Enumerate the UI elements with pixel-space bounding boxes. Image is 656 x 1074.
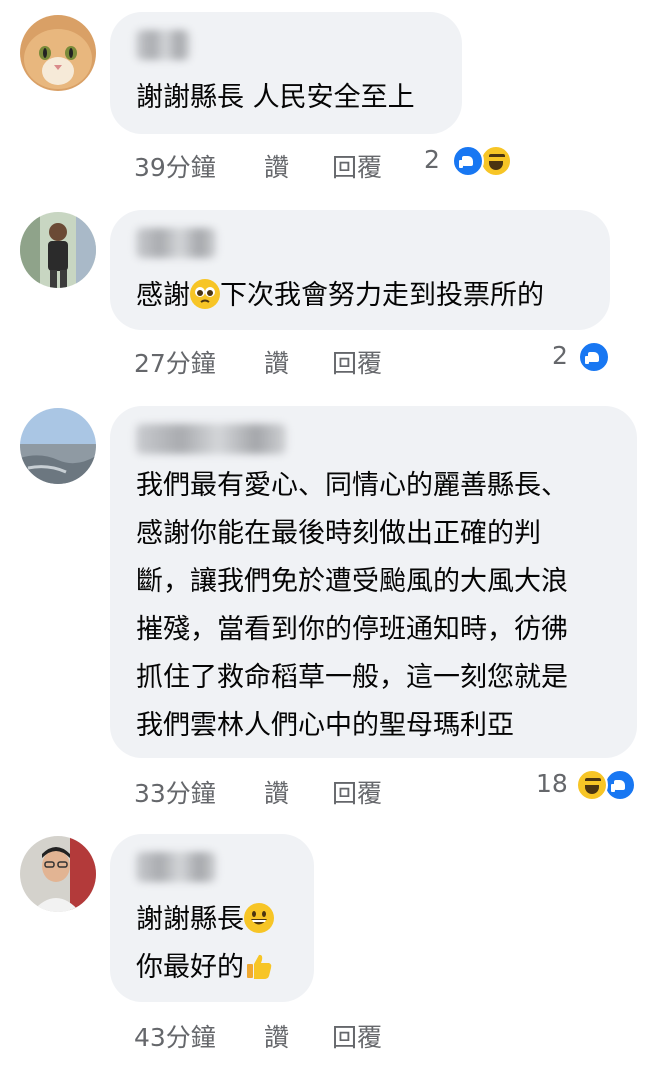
like-button[interactable]: 讚 bbox=[264, 776, 289, 812]
comment-text-part: 謝謝縣長 bbox=[136, 904, 244, 935]
comment-bubble: 感謝 下次我會努力走到投票所的 bbox=[110, 210, 610, 330]
reaction-count: 2 bbox=[424, 145, 440, 174]
like-icon bbox=[578, 341, 610, 373]
comment-bubble: 謝謝縣長 你最好的 bbox=[110, 834, 314, 1002]
grinning-face-emoji bbox=[244, 903, 274, 933]
reactions[interactable]: 2 bbox=[552, 338, 622, 374]
comment-line: 我們最有愛心、同情心的麗善縣長、 bbox=[136, 470, 568, 501]
reaction-count: 18 bbox=[536, 769, 568, 798]
like-icon bbox=[452, 145, 484, 177]
reply-button[interactable]: 回覆 bbox=[332, 1020, 382, 1056]
author-name-blurred[interactable] bbox=[136, 852, 216, 882]
reaction-count: 2 bbox=[552, 341, 568, 370]
timestamp[interactable]: 43分鐘 bbox=[134, 1020, 216, 1056]
timestamp[interactable]: 27分鐘 bbox=[134, 346, 216, 382]
avatar-beach[interactable] bbox=[20, 408, 96, 484]
reply-button[interactable]: 回覆 bbox=[332, 776, 382, 812]
comment-text-part: 你最好的 bbox=[136, 952, 244, 983]
comment-text: 感謝 下次我會努力走到投票所的 bbox=[136, 272, 544, 320]
haha-icon bbox=[576, 769, 608, 801]
timestamp[interactable]: 33分鐘 bbox=[134, 776, 216, 812]
like-button[interactable]: 讚 bbox=[264, 1020, 289, 1056]
comment-text-part: 下次我會努力走到投票所的 bbox=[220, 280, 544, 311]
comment-line: 摧殘，當看到你的停班通知時，彷彿 bbox=[136, 614, 568, 645]
haha-icon bbox=[480, 145, 512, 177]
comment-bubble: 謝謝縣長 人民安全至上 bbox=[110, 12, 462, 134]
like-button[interactable]: 讚 bbox=[264, 346, 289, 382]
comment-line: 我們雲林人們心中的聖母瑪利亞 bbox=[136, 710, 514, 741]
reactions[interactable]: 18 bbox=[536, 766, 646, 802]
comment-line: 謝謝縣長 bbox=[136, 896, 274, 944]
pleading-face-emoji bbox=[190, 279, 220, 309]
reactions[interactable]: 2 bbox=[424, 142, 524, 178]
like-icon bbox=[604, 769, 636, 801]
avatar-cat[interactable] bbox=[20, 15, 96, 91]
comment-line: 斷，讓我們免於遭受颱風的大風大浪 bbox=[136, 566, 568, 597]
comment-text-part: 感謝 bbox=[136, 280, 190, 311]
reply-button[interactable]: 回覆 bbox=[332, 346, 382, 382]
avatar-man[interactable] bbox=[20, 836, 96, 912]
like-button[interactable]: 讚 bbox=[264, 150, 289, 186]
comment-line: 感謝你能在最後時刻做出正確的判 bbox=[136, 518, 541, 549]
avatar-person[interactable] bbox=[20, 212, 96, 288]
reply-button[interactable]: 回覆 bbox=[332, 150, 382, 186]
comment-line: 抓住了救命稻草一般，這一刻您就是 bbox=[136, 662, 568, 693]
author-name-blurred[interactable] bbox=[136, 228, 216, 258]
comment-text: 謝謝縣長 人民安全至上 bbox=[136, 82, 415, 113]
author-name-blurred[interactable] bbox=[136, 30, 190, 60]
thumbs-up-emoji bbox=[244, 951, 274, 981]
author-name-blurred[interactable] bbox=[136, 424, 286, 454]
comment-line: 你最好的 bbox=[136, 944, 274, 992]
timestamp[interactable]: 39分鐘 bbox=[134, 150, 216, 186]
comment-bubble: 我們最有愛心、同情心的麗善縣長、 感謝你能在最後時刻做出正確的判 斷，讓我們免於… bbox=[110, 406, 637, 758]
